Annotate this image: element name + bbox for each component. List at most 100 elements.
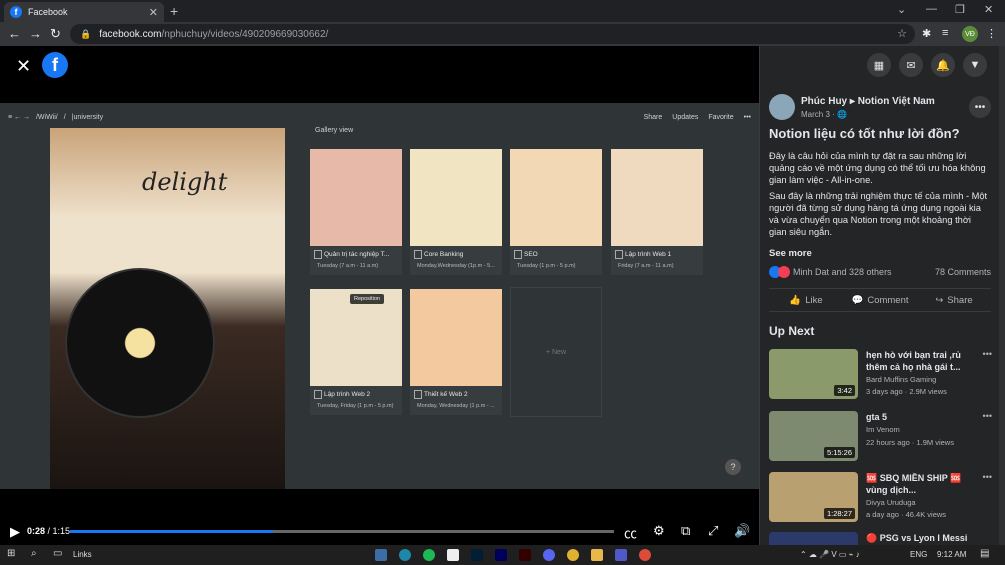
seek-bar[interactable] (70, 530, 614, 533)
video-channel[interactable]: Divya Uruduga (866, 498, 916, 507)
profile-avatar[interactable]: VĐ (962, 26, 978, 42)
discord-icon[interactable] (543, 549, 555, 561)
close-tab-icon[interactable]: ✕ (149, 6, 158, 19)
video-viewer: ✕ f ≡ ← → /WiWii/ / |university Share Up… (0, 46, 759, 545)
browser-tab[interactable]: f Facebook ✕ (4, 2, 164, 22)
video-frame-notion-page[interactable]: ≡ ← → /WiWii/ / |university Share Update… (0, 103, 759, 489)
search-icon[interactable]: ⌕ (31, 548, 37, 559)
video-more-icon[interactable]: ••• (983, 411, 992, 421)
settings-gear-icon[interactable]: ⚙ (653, 523, 665, 539)
group-name[interactable]: Notion Việt Nam (858, 96, 935, 107)
address-bar[interactable]: 🔒 facebook.com /nphuchuy/videos/49020966… (70, 24, 915, 44)
see-more-link[interactable]: See more (769, 248, 812, 259)
edge-icon[interactable] (399, 549, 411, 561)
fullscreen-icon[interactable]: ⤢ (708, 523, 718, 539)
bookmark-star-icon[interactable]: ☆ (897, 27, 907, 40)
up-next-video[interactable]: 3:42 hẹn hò với bạn trai ,rủ thêm cả họ … (769, 349, 994, 401)
video-title[interactable]: gta 5 (866, 411, 978, 423)
author-name[interactable]: Phúc Huy (801, 96, 847, 107)
video-title[interactable]: 🆘 SBQ MIỀN SHIP 🆘 vùng dịch... (866, 472, 978, 496)
record-disc-image (65, 268, 215, 418)
lock-icon[interactable]: 🔒 (80, 29, 91, 40)
card-title: Quản trị tác nghiệp T... (310, 246, 402, 260)
notifications-bell-icon[interactable]: 🔔 (931, 53, 955, 77)
captions-icon[interactable]: ㏄ (624, 523, 637, 542)
facebook-favicon-icon: f (10, 6, 22, 18)
close-viewer-icon[interactable]: ✕ (16, 56, 31, 77)
volume-icon[interactable]: 🔊 (734, 523, 750, 539)
post-more-options-icon[interactable]: ••• (969, 96, 991, 118)
tray-icons[interactable]: ⌃ ☁ 🎤 V ▭ ⌁ ♪ (800, 550, 860, 559)
play-icon[interactable]: ▶ (10, 524, 20, 540)
app-icon[interactable] (567, 549, 579, 561)
globe-icon: 🌐 (837, 110, 847, 119)
spotify-icon[interactable] (423, 549, 435, 561)
post-header: Phúc Huy ▸ Notion Việt Nam March 3 · 🌐 •… (769, 94, 991, 124)
video-title[interactable]: 🔴 PSG vs Lyon I Messi (866, 532, 978, 544)
video-channel[interactable]: Bard Muffins Gaming (866, 375, 936, 384)
up-next-video[interactable]: 🔴 PSG vs Lyon I Messi (769, 532, 994, 545)
chrome-menu-icon[interactable]: ⋮ (986, 27, 997, 40)
up-next-video[interactable]: 5:15:26 gta 5 Im Venom 22 hours ago · 1.… (769, 411, 994, 463)
app-icon[interactable] (375, 549, 387, 561)
menu-grid-icon[interactable]: ▦ (867, 53, 891, 77)
picture-in-picture-icon[interactable]: ⧉ (681, 523, 690, 539)
video-meta: 3 days ago · 2.9M views (866, 387, 947, 396)
reload-icon[interactable]: ↻ (50, 26, 61, 42)
tab-search-icon[interactable]: ⌄ (897, 3, 906, 16)
share-button[interactable]: ↪ Share (917, 289, 991, 311)
extensions-icon[interactable]: ✱ (922, 27, 931, 40)
teams-icon[interactable] (615, 549, 627, 561)
video-more-icon[interactable]: ••• (983, 472, 992, 482)
illustrator-icon[interactable] (519, 549, 531, 561)
language-indicator[interactable]: ENG (910, 550, 927, 559)
post-title: Notion liệu có tốt như lời đồn? (769, 126, 960, 141)
reading-list-icon[interactable]: ≡ (942, 27, 948, 39)
video-thumbnail[interactable] (769, 532, 858, 545)
messenger-icon[interactable]: ✉ (899, 53, 923, 77)
author-avatar[interactable] (769, 94, 795, 120)
notion-cover-image: delight (50, 128, 285, 489)
up-next-video[interactable]: 1:28:27 🆘 SBQ MIỀN SHIP 🆘 vùng dịch... D… (769, 472, 994, 524)
like-button[interactable]: 👍 Like (769, 289, 843, 311)
video-channel[interactable]: Im Venom (866, 425, 900, 434)
video-thumbnail[interactable]: 1:28:27 (769, 472, 858, 522)
reactions-summary[interactable]: Minh Dat and 328 others (793, 267, 892, 277)
comments-count[interactable]: 78 Comments (935, 267, 991, 277)
reposition-button: Reposition (350, 294, 384, 304)
account-chevron-down-icon[interactable]: ▼ (963, 53, 987, 77)
task-view-icon[interactable]: ▭ (53, 548, 62, 559)
video-more-icon[interactable]: ••• (983, 349, 992, 359)
post-date-text: March 3 · (801, 110, 838, 119)
gallery-card: Lập trình Web 1 Friday (7 a.m - 11 a.m) (611, 149, 703, 275)
post-side-panel: ▦ ✉ 🔔 ▼ Phúc Huy ▸ Notion Việt Nam March… (759, 46, 999, 545)
windows-start-icon[interactable]: ⊞ (7, 548, 15, 559)
video-thumbnail[interactable]: 5:15:26 (769, 411, 858, 461)
notification-center-icon[interactable]: ▤ (980, 548, 989, 559)
clock[interactable]: 9:12 AM (937, 550, 966, 559)
photoshop-icon[interactable] (471, 549, 483, 561)
video-title[interactable]: hẹn hò với bạn trai ,rủ thêm cả họ nhà g… (866, 349, 978, 373)
forward-icon[interactable]: → (29, 26, 42, 41)
minimize-icon[interactable]: — (926, 3, 937, 15)
premiere-icon[interactable] (495, 549, 507, 561)
video-controls: ▶ 0:28 / 1:15 ㏄ ⚙ ⧉ ⤢ 🔊 (0, 518, 759, 545)
links-toolbar[interactable]: Links (73, 550, 92, 559)
facebook-logo-icon[interactable]: f (42, 52, 68, 78)
panel-scrollbar[interactable] (999, 46, 1005, 545)
new-tab-icon[interactable]: + (170, 3, 178, 19)
comment-button[interactable]: 💬 Comment (843, 289, 917, 311)
file-explorer-icon[interactable] (591, 549, 603, 561)
card-schedule: Tuesday, Friday (1 p.m - 5 p.m) (317, 403, 394, 409)
chrome-icon[interactable] (639, 549, 651, 561)
close-window-icon[interactable]: ✕ (984, 3, 993, 16)
maximize-icon[interactable]: ❐ (955, 3, 965, 16)
card-schedule: Monday, Wednesday (1 p.m - ... (417, 403, 495, 409)
notion-icon[interactable] (447, 549, 459, 561)
post-actions: 👍 Like 💬 Comment ↪ Share (769, 288, 991, 312)
love-reaction-icon[interactable] (778, 266, 790, 278)
share-icon: ↪ (935, 294, 944, 306)
video-thumbnail[interactable]: 3:42 (769, 349, 858, 399)
post-date[interactable]: March 3 · 🌐 (801, 110, 847, 119)
back-icon[interactable]: ← (8, 26, 21, 41)
